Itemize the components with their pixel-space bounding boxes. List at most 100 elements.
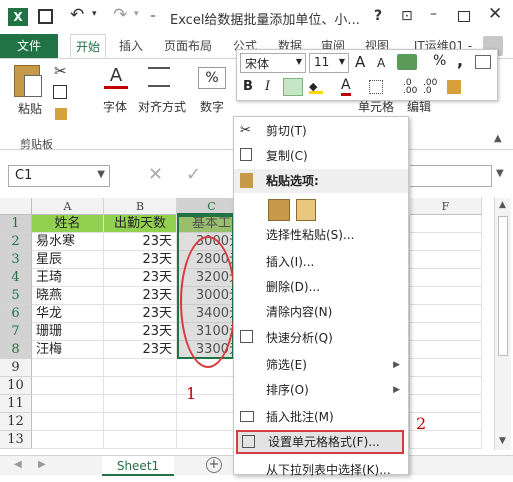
row-header[interactable]: 13 — [0, 431, 32, 449]
alignment-icon[interactable] — [148, 67, 170, 87]
cell-f2[interactable] — [410, 233, 482, 251]
column-header-b[interactable]: B — [104, 198, 177, 215]
cell-b1[interactable]: 出勤天数 — [104, 215, 177, 233]
row-header[interactable]: 5 — [0, 287, 32, 305]
chevron-down-icon[interactable]: ▼ — [296, 57, 302, 66]
redo-icon[interactable]: ↷ — [113, 5, 127, 25]
number-format-icon[interactable]: % — [198, 67, 226, 89]
row-header[interactable]: 12 — [0, 413, 32, 431]
menu-item-pick-from-list[interactable]: 从下拉列表中选择(K)... — [234, 458, 408, 482]
comma-style-icon[interactable]: , — [457, 51, 463, 70]
redo-dropdown-icon[interactable]: ▾ — [134, 9, 139, 19]
formula-input[interactable] — [410, 165, 492, 187]
cell-b4[interactable]: 23天 — [104, 269, 177, 287]
cell-f3[interactable] — [410, 251, 482, 269]
menu-item-format-cells[interactable]: 设置单元格格式(F)... — [236, 430, 404, 454]
customize-qat-icon[interactable]: ₌ — [150, 8, 156, 21]
menu-item-cut[interactable]: ✂ 剪切(T) — [234, 119, 408, 143]
add-sheet-icon[interactable]: + — [206, 457, 222, 473]
row-header[interactable]: 10 — [0, 377, 32, 395]
cell-f9[interactable] — [410, 359, 482, 377]
cell-a10[interactable] — [32, 377, 104, 395]
menu-item-delete[interactable]: 删除(D)... — [234, 275, 408, 299]
cell-b6[interactable]: 23天 — [104, 305, 177, 323]
cell-a6[interactable]: 华龙 — [32, 305, 104, 323]
excel-icon[interactable]: X — [8, 8, 28, 26]
cut-icon[interactable]: ✂ — [54, 62, 67, 80]
paste-button[interactable]: 粘贴 — [12, 100, 48, 117]
borders-icon[interactable] — [369, 80, 383, 94]
row-header[interactable]: 1 — [0, 215, 32, 233]
cell-f4[interactable] — [410, 269, 482, 287]
scroll-thumb[interactable] — [498, 216, 508, 356]
help-icon[interactable]: ? — [374, 8, 382, 24]
font-name-select[interactable]: 宋体 ▼ — [240, 53, 306, 73]
menu-item-insert[interactable]: 插入(I)... — [234, 250, 408, 274]
cell-f5[interactable] — [410, 287, 482, 305]
cell-b3[interactable]: 23天 — [104, 251, 177, 269]
menu-item-quick-analysis[interactable]: 快速分析(Q) — [234, 326, 408, 350]
close-icon[interactable]: ✕ — [488, 4, 502, 24]
format-cells-small-icon[interactable] — [475, 55, 491, 69]
cell-b12[interactable] — [104, 413, 177, 431]
cell-b2[interactable]: 23天 — [104, 233, 177, 251]
cell-a3[interactable]: 星辰 — [32, 251, 104, 269]
cell-b11[interactable] — [104, 395, 177, 413]
font-icon[interactable]: A — [104, 65, 128, 89]
tab-file[interactable]: 文件 — [0, 34, 58, 58]
fill-color-icon[interactable]: ◆ — [309, 80, 323, 94]
cell-b9[interactable] — [104, 359, 177, 377]
menu-item-copy[interactable]: 复制(C) — [234, 144, 408, 168]
tab-page-layout[interactable]: 页面布局 — [158, 34, 218, 58]
cell-a8[interactable]: 汪梅 — [32, 341, 104, 359]
minimize-icon[interactable]: – — [430, 6, 437, 22]
tab-insert[interactable]: 插入 — [113, 34, 149, 58]
chevron-down-icon[interactable]: ▼ — [339, 57, 345, 66]
cell-f10[interactable] — [410, 377, 482, 395]
cell-a13[interactable] — [32, 431, 104, 449]
row-header[interactable]: 7 — [0, 323, 32, 341]
cell-a2[interactable]: 易水寒 — [32, 233, 104, 251]
vertical-scrollbar[interactable]: ▲ ▼ — [494, 198, 511, 450]
scroll-up-icon[interactable]: ▲ — [499, 200, 506, 210]
prev-sheet-icon[interactable]: ◀ — [14, 459, 22, 470]
tab-home[interactable]: 开始 — [70, 34, 106, 59]
row-header[interactable]: 11 — [0, 395, 32, 413]
cell-a11[interactable] — [32, 395, 104, 413]
decrease-font-icon[interactable]: A — [377, 56, 385, 70]
cell-f13[interactable] — [410, 431, 482, 449]
next-sheet-icon[interactable]: ▶ — [38, 459, 46, 470]
format-painter-icon[interactable] — [55, 108, 67, 120]
increase-font-icon[interactable]: A — [355, 53, 365, 71]
row-header[interactable]: 9 — [0, 359, 32, 377]
cell-a4[interactable]: 王琦 — [32, 269, 104, 287]
menu-item-paste-special[interactable]: 选择性粘贴(S)... — [234, 223, 408, 247]
menu-item-clear-contents[interactable]: 清除内容(N) — [234, 300, 408, 324]
italic-button[interactable]: I — [265, 79, 270, 94]
menu-item-insert-comment[interactable]: 插入批注(M) — [234, 405, 408, 429]
center-align-icon[interactable] — [283, 78, 303, 96]
row-header[interactable]: 6 — [0, 305, 32, 323]
row-header[interactable]: 3 — [0, 251, 32, 269]
select-all-corner[interactable] — [0, 198, 32, 215]
bold-button[interactable]: B — [243, 79, 253, 94]
cell-b7[interactable]: 23天 — [104, 323, 177, 341]
menu-item-sort[interactable]: 排序(O) ▶ — [234, 378, 408, 402]
font-size-select[interactable]: 11 ▼ — [309, 53, 349, 73]
copy-icon[interactable] — [53, 85, 67, 99]
undo-icon[interactable]: ↶ — [70, 5, 84, 25]
cell-a7[interactable]: 珊珊 — [32, 323, 104, 341]
save-icon[interactable] — [38, 9, 53, 24]
alignment-group-button[interactable]: 对齐方式 — [136, 98, 188, 115]
confirm-entry-icon[interactable]: ✓ — [186, 164, 201, 185]
increase-decimal-icon[interactable]: .0.00 — [403, 79, 417, 96]
row-header[interactable]: 4 — [0, 269, 32, 287]
undo-dropdown-icon[interactable]: ▾ — [92, 9, 97, 19]
cell-f11[interactable] — [410, 395, 482, 413]
font-color-icon[interactable]: A — [341, 78, 351, 96]
column-header-f[interactable]: F — [410, 198, 482, 215]
number-group-button[interactable]: 数字 — [197, 98, 227, 115]
cancel-entry-icon[interactable]: ✕ — [148, 164, 163, 185]
cell-a12[interactable] — [32, 413, 104, 431]
accounting-format-icon[interactable] — [397, 54, 417, 70]
